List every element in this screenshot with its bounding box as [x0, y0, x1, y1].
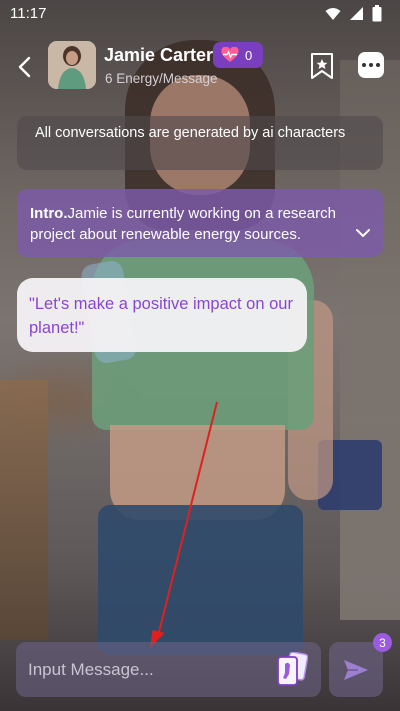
intro-text: Jamie is currently working on a research… [30, 205, 336, 243]
send-count-badge: 3 [373, 633, 392, 652]
message-input-bar [16, 642, 321, 697]
card-stack-icon[interactable] [274, 652, 308, 687]
energy-cost-label: 6 Energy/Message [105, 71, 218, 86]
signal-icon [350, 7, 363, 20]
send-icon [344, 659, 368, 680]
energy-count: 0 [245, 47, 253, 63]
intro-label: Intro. [30, 205, 68, 222]
character-name: Jamie Carter [104, 45, 214, 65]
ai-disclaimer-notice: All conversations are generated by ai ch… [17, 116, 383, 170]
chevron-down-icon[interactable] [355, 227, 371, 239]
avatar[interactable] [48, 41, 96, 89]
character-message-bubble: "Let's make a positive impact on our pla… [17, 278, 307, 352]
energy-badge[interactable]: 0 [213, 42, 263, 68]
more-dots-icon[interactable] [358, 52, 384, 78]
character-background-image [0, 0, 400, 711]
message-input[interactable] [16, 642, 266, 697]
intro-card[interactable]: Intro.Jamie is currently working on a re… [17, 189, 383, 257]
wifi-icon [325, 7, 341, 20]
heart-pulse-icon [221, 47, 239, 62]
send-button[interactable] [329, 642, 383, 697]
back-arrow-icon[interactable] [14, 54, 36, 80]
battery-icon [372, 5, 382, 22]
bookmark-star-icon[interactable] [310, 52, 334, 80]
chat-screen: 11:17 Jamie Carter 6 Energy/Message 0 Al… [0, 0, 400, 711]
status-bar: 11:17 [0, 0, 400, 28]
status-time: 11:17 [10, 5, 47, 22]
